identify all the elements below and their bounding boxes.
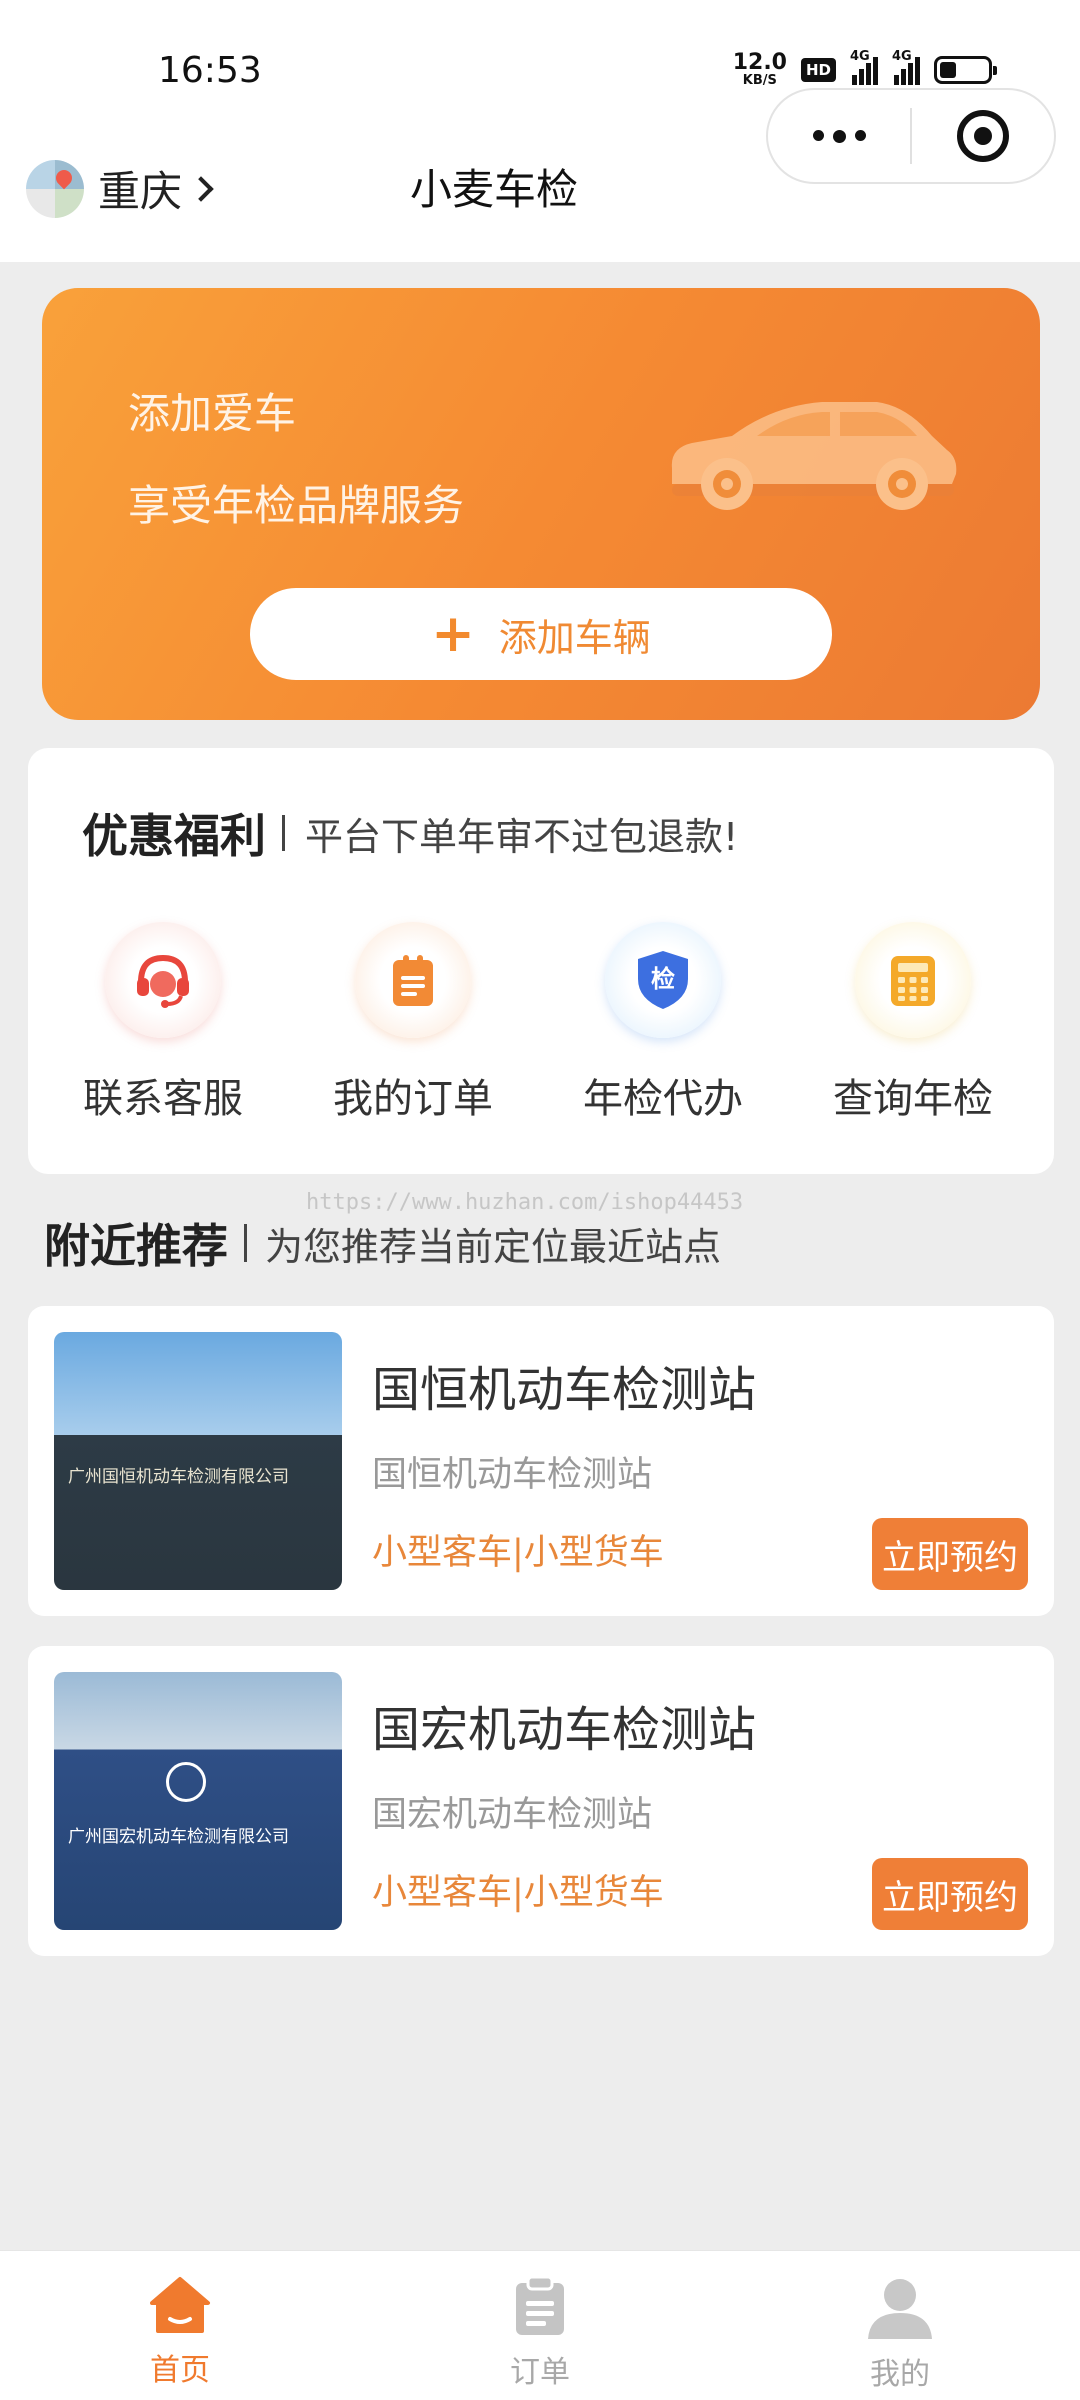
quick-contact-service[interactable]: 联系客服	[38, 922, 288, 1124]
banner-subtitle: 享受年检品牌服务	[128, 481, 465, 530]
quick-my-orders[interactable]: 我的订单	[288, 922, 538, 1124]
station-name: 国恒机动车检测站	[372, 1362, 757, 1418]
close-miniprogram-button[interactable]	[912, 110, 1054, 162]
add-vehicle-button[interactable]: + 添加车辆	[250, 588, 832, 680]
welfare-subtitle: 平台下单年审不过包退款!	[305, 814, 739, 859]
station-photo: 广州国恒机动车检测有限公司	[54, 1332, 342, 1590]
station-logo	[166, 1762, 206, 1802]
quick-label: 查询年检	[833, 1076, 993, 1122]
network-speed-unit: KB/S	[742, 73, 777, 88]
headset-icon	[105, 922, 221, 1038]
add-vehicle-label: 添加车辆	[498, 615, 651, 660]
shield-check-icon: 检	[605, 922, 721, 1038]
miniprogram-capsule	[766, 88, 1056, 184]
banner-title: 添加爱车	[128, 389, 297, 438]
page-title-text: 小麦车检	[409, 165, 578, 214]
page: 16:53 12.0 KB/S HD 4G 4G 重庆 小麦车检 添加爱车 享受…	[0, 0, 1080, 2400]
nav-bar: 重庆 小麦车检	[0, 88, 1080, 262]
book-now-button[interactable]: 立即预约	[872, 1518, 1028, 1590]
order-icon	[516, 2275, 564, 2335]
nearby-title: 附近推荐	[44, 1219, 228, 1273]
tab-label: 订单	[510, 2355, 570, 2390]
signal-icon-sim2: 4G	[892, 49, 920, 85]
station-desc: 国恒机动车检测站	[372, 1455, 653, 1495]
home-icon	[150, 2277, 210, 2333]
welfare-header: 优惠福利 平台下单年审不过包退款!	[82, 800, 738, 866]
station-name: 国宏机动车检测站	[372, 1702, 757, 1758]
calculator-icon	[855, 922, 971, 1038]
welfare-title: 优惠福利	[82, 809, 266, 863]
station-photo: 广州国宏机动车检测有限公司	[54, 1672, 342, 1930]
user-icon	[868, 2279, 932, 2339]
tab-mine[interactable]: 我的	[720, 2251, 1080, 2400]
quick-query-inspection[interactable]: 查询年检	[788, 922, 1038, 1124]
book-now-button[interactable]: 立即预约	[872, 1858, 1028, 1930]
add-car-banner: 添加爱车 享受年检品牌服务 + 添加车辆	[42, 288, 1040, 720]
tab-label: 我的	[870, 2357, 930, 2392]
station-card[interactable]: 广州国宏机动车检测有限公司 国宏机动车检测站 国宏机动车检测站 小型客车|小型货…	[28, 1646, 1054, 1956]
nearby-divider	[244, 1224, 247, 1262]
quick-actions: 联系客服 我的订单 检 年检代办 查询年检	[28, 922, 1054, 1124]
station-vehicle-types: 小型客车|小型货车	[372, 1533, 664, 1573]
welfare-card: 优惠福利 平台下单年审不过包退款! 联系客服 我的订单 检 年检代办 查询年检	[28, 748, 1054, 1174]
network-speed-value: 12.0	[732, 50, 787, 75]
sim1-label: 4G	[850, 48, 870, 64]
shield-text: 检	[651, 965, 675, 993]
station-desc: 国宏机动车检测站	[372, 1795, 653, 1835]
tab-home[interactable]: 首页	[0, 2251, 360, 2400]
station-vehicle-types: 小型客车|小型货车	[372, 1873, 664, 1913]
station-card[interactable]: 广州国恒机动车检测有限公司 国恒机动车检测站 国恒机动车检测站 小型客车|小型货…	[28, 1306, 1054, 1616]
station-photo-sign: 广州国宏机动车检测有限公司	[68, 1827, 289, 1847]
quick-inspection-agent[interactable]: 检 年检代办	[538, 922, 788, 1124]
quick-label: 年检代办	[583, 1076, 743, 1122]
station-photo-sign: 广州国恒机动车检测有限公司	[68, 1467, 289, 1487]
clipboard-icon	[355, 922, 471, 1038]
tab-bar: 首页 订单 我的	[0, 2250, 1080, 2400]
battery-icon	[934, 55, 997, 84]
nearby-subtitle: 为您推荐当前定位最近站点	[265, 1224, 722, 1269]
signal-icon-sim1: 4G	[850, 49, 878, 85]
status-time: 16:53	[158, 50, 262, 91]
tab-label: 首页	[150, 2353, 210, 2388]
status-indicators: 12.0 KB/S HD 4G 4G	[732, 49, 997, 88]
nearby-header: 附近推荐 为您推荐当前定位最近站点	[44, 1210, 721, 1276]
tab-orders[interactable]: 订单	[360, 2251, 720, 2400]
welfare-divider	[282, 815, 285, 851]
hd-badge: HD	[800, 57, 836, 82]
sim2-label: 4G	[892, 48, 912, 64]
target-icon	[956, 110, 1009, 162]
car-icon	[671, 402, 957, 510]
more-options-icon[interactable]	[768, 129, 910, 143]
quick-label: 联系客服	[83, 1076, 243, 1122]
plus-icon: +	[431, 604, 475, 664]
quick-label: 我的订单	[333, 1076, 493, 1122]
network-speed: 12.0 KB/S	[732, 50, 787, 88]
battery-level	[940, 61, 957, 78]
